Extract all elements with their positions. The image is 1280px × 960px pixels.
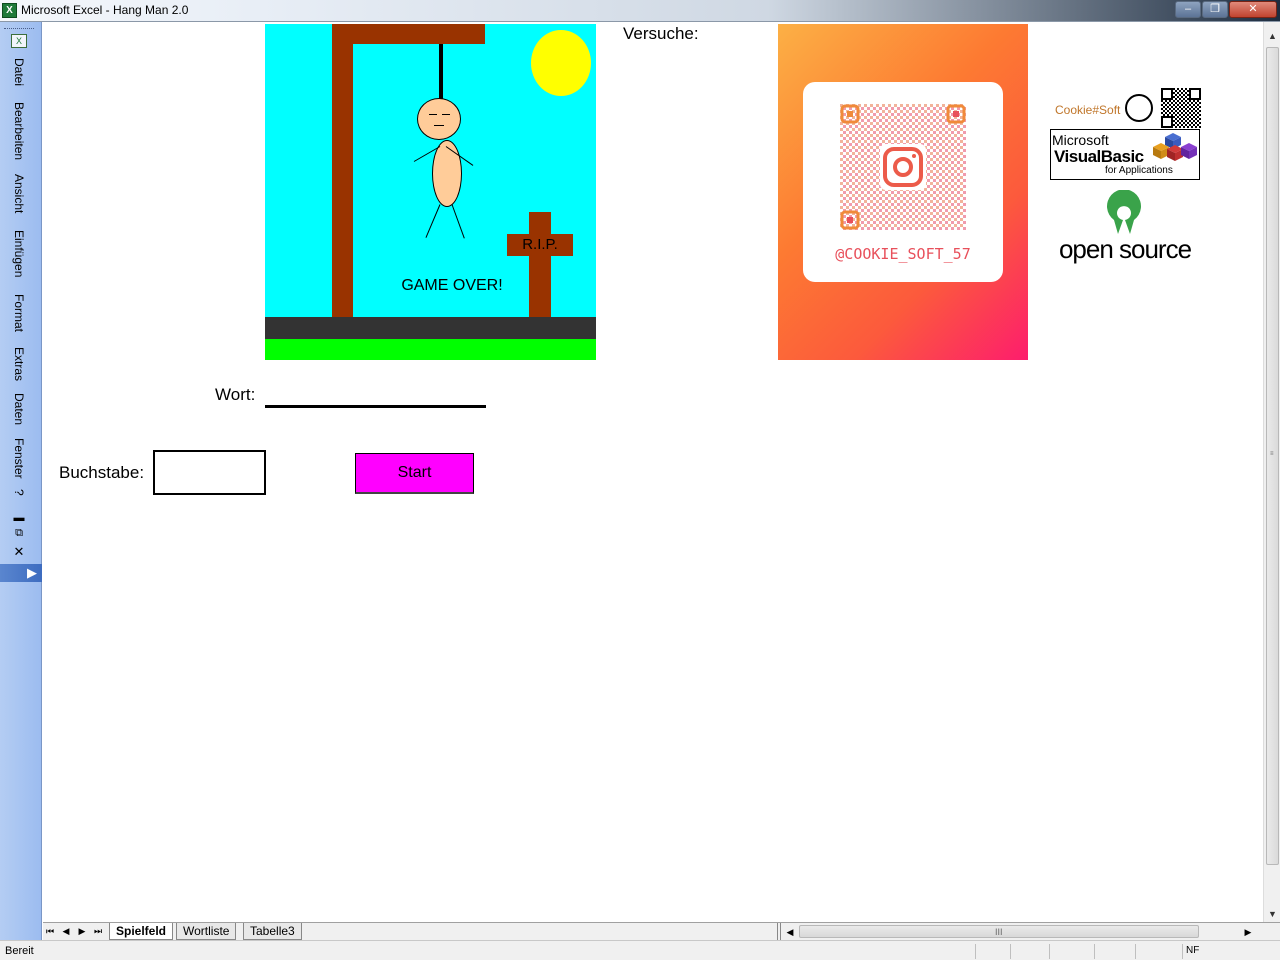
menu-item-bearbeiten[interactable]: Bearbeiten [11, 102, 27, 160]
title-bar: X Microsoft Excel - Hang Man 2.0 – ❐ ✕ [0, 0, 1280, 22]
next-sheet-icon[interactable]: ▶ [75, 924, 89, 939]
menu-item-extras[interactable]: Extras [11, 347, 27, 381]
menu-item-datei[interactable]: Datei [11, 58, 27, 86]
hangman-head [417, 98, 461, 140]
scroll-grip: ≡ [1270, 451, 1274, 457]
status-panel [1094, 944, 1134, 959]
scroll-down-icon[interactable]: ▼ [1264, 906, 1280, 922]
status-panel [1135, 944, 1181, 959]
workbook-minimize-icon[interactable]: ▬ [12, 512, 26, 524]
workbook-icon[interactable]: X [11, 34, 27, 48]
menu-bar-handle[interactable] [4, 28, 34, 30]
status-bar: Bereit NF [0, 940, 1280, 960]
hangman-body [432, 140, 462, 207]
cookie-icon [1125, 94, 1153, 122]
scroll-grip: III [995, 927, 1003, 937]
scroll-right-icon[interactable]: ▶ [1241, 924, 1255, 940]
last-sheet-icon[interactable]: ⏭ [91, 924, 105, 939]
start-button[interactable]: Start [355, 453, 474, 494]
previous-sheet-icon[interactable]: ◀ [59, 924, 73, 939]
game-over-text: GAME OVER! [401, 277, 503, 294]
rope [439, 44, 443, 100]
sheet-tab-spielfeld[interactable]: Spielfeld [109, 923, 174, 940]
visual-basic-logo: Microsoft VisualBasic for Applications [1050, 129, 1200, 180]
workbook-restore-icon[interactable]: ⧉ [12, 527, 26, 540]
tab-split-handle[interactable] [777, 923, 781, 940]
menu-item-ansicht[interactable]: Ansicht [11, 174, 27, 213]
word-label: Wort: [215, 385, 256, 404]
gallows-pole [332, 24, 353, 317]
vba-microsoft-text: Microsoft [1052, 132, 1109, 148]
hangman-right-leg [451, 204, 465, 239]
menu-item-einfuegen[interactable]: Einfügen [11, 230, 27, 277]
status-indicator-nf: NF [1186, 945, 1200, 956]
sun-shape [531, 30, 591, 96]
word-blank-line [265, 405, 486, 408]
status-text: Bereit [5, 945, 34, 957]
letter-input[interactable] [153, 450, 266, 495]
instagram-qr-card: @COOKIE_SOFT_57 [778, 24, 1028, 360]
cookie-soft-text: Cookie#Soft [1055, 103, 1121, 117]
scroll-left-icon[interactable]: ◀ [783, 924, 797, 940]
vertical-scrollbar[interactable]: ▲ ≡ ▼ [1263, 22, 1280, 922]
close-window-button[interactable]: ✕ [1229, 1, 1277, 18]
window-title: Microsoft Excel - Hang Man 2.0 [21, 3, 189, 17]
ground-strip [265, 317, 596, 339]
excel-app-icon[interactable]: X [2, 3, 17, 18]
chevron-right-icon: ▶ [27, 565, 37, 580]
vertical-scroll-thumb[interactable]: ≡ [1266, 47, 1279, 865]
scroll-up-icon[interactable]: ▲ [1264, 28, 1280, 45]
grass-strip [265, 339, 596, 360]
hangman-picture: R.I.P. GAME OVER! [265, 24, 596, 360]
vba-for-applications-text: for Applications [1105, 165, 1173, 176]
first-sheet-icon[interactable]: ⏮ [43, 924, 57, 939]
mouth [434, 125, 444, 126]
menu-item-help[interactable]: ? [11, 489, 27, 496]
workbook-close-icon[interactable]: ✕ [12, 544, 26, 560]
open-source-text: open source [1058, 234, 1192, 264]
horizontal-scrollbar[interactable]: ◀ III ▶ [783, 924, 1263, 940]
status-panel [1010, 944, 1048, 959]
worksheet-area: R.I.P. GAME OVER! Versuche: Wort: Buchst… [43, 22, 1263, 922]
vba-visualbasic-text: VisualBasic [1054, 147, 1144, 166]
cookie-soft-logo: Cookie#Soft [1051, 88, 1201, 128]
menu-item-daten[interactable]: Daten [11, 393, 27, 425]
menu-item-fenster[interactable]: Fenster [11, 438, 27, 479]
menu-bar: X Datei Bearbeiten Ansicht Einfügen Form… [0, 22, 42, 940]
minimize-window-button[interactable]: – [1175, 1, 1201, 18]
instagram-qr-panel: @COOKIE_SOFT_57 [803, 82, 1003, 282]
left-eye [429, 114, 437, 115]
attempts-label: Versuche: [623, 24, 699, 43]
letter-label: Buchstabe: [59, 463, 145, 482]
sheet-tab-wortliste[interactable]: Wortliste [176, 923, 237, 940]
gallows-beam [332, 24, 485, 44]
qr-code-icon [1161, 88, 1201, 128]
menu-item-format[interactable]: Format [11, 294, 27, 332]
hangman-left-leg [425, 204, 441, 238]
grave-cross-vertical [529, 212, 551, 317]
sheet-tab-bar: ⏮ ◀ ▶ ⏭ Spielfeld Wortliste Tabelle3 ◀ I… [43, 922, 1280, 940]
instagram-handle: @COOKIE_SOFT_57 [835, 245, 971, 263]
status-panel [975, 944, 1009, 959]
tombstone-text: R.I.P. [522, 236, 558, 253]
status-panel [1049, 944, 1093, 959]
horizontal-scroll-thumb[interactable]: III [799, 925, 1199, 938]
instagram-qr-code [840, 104, 966, 230]
menu-overflow-chevron[interactable]: ▶ [0, 564, 42, 582]
right-eye [442, 114, 450, 115]
open-source-keyhole-icon [1107, 190, 1141, 234]
maximize-window-button[interactable]: ❐ [1202, 1, 1228, 18]
sheet-tab-tabelle3[interactable]: Tabelle3 [243, 923, 302, 940]
vba-cubes-icon [1153, 133, 1197, 161]
open-source-logo: open source [1050, 190, 1200, 285]
